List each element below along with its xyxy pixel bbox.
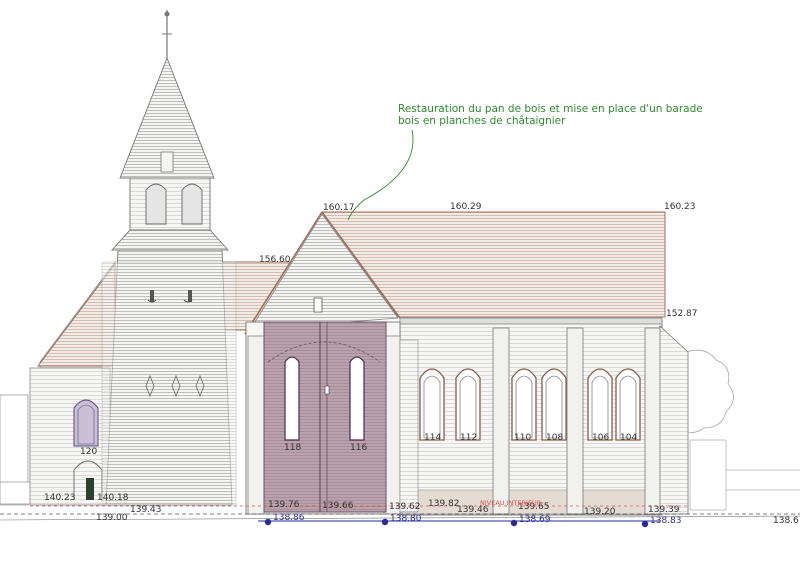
level-grade-4: 138.83	[650, 516, 682, 526]
window-number-116: 116	[350, 443, 367, 453]
window-number-104: 104	[620, 433, 637, 443]
level-gable-top: 160.17	[323, 203, 355, 213]
level-nave-floor-7: 139.20	[584, 507, 616, 517]
window-number-114: 114	[424, 433, 441, 443]
level-nave-floor-3: 139.62	[389, 502, 421, 512]
floor-level-label: NIVEAU INTERIEUR	[480, 499, 542, 507]
annotation-line-1: Restauration du pan de bois et mise en p…	[398, 103, 703, 115]
level-ridge-mid: 160.29	[450, 202, 482, 212]
level-tower-base-right: 140.18	[97, 493, 129, 503]
level-tower-base-left: 140.23	[44, 493, 76, 503]
grade-markers	[264, 518, 649, 528]
level-eave-left: 156.60	[259, 255, 291, 265]
level-ground-left: 139.00	[96, 513, 128, 523]
window-number-118: 118	[284, 443, 301, 453]
level-eave-right: 152.87	[666, 309, 698, 319]
level-grade-1: 138.86	[273, 513, 305, 523]
level-grade-3: 138.69	[519, 515, 551, 525]
annotation-leader	[347, 129, 414, 221]
window-number-112: 112	[460, 433, 477, 443]
level-tower-ground: 139.43	[130, 505, 162, 515]
annotation-line-2: bois en planches de châtaignier	[398, 115, 566, 127]
church-elevation-drawing: Restauration du pan de bois et mise en p…	[0, 10, 800, 528]
level-grade-2: 138.80	[390, 514, 422, 524]
level-ground-right: 138.6	[773, 516, 799, 526]
level-nave-floor-8: 139.39	[648, 505, 680, 515]
window-number-110: 110	[514, 433, 531, 443]
bell-tower	[101, 10, 237, 506]
window-number-120: 120	[80, 447, 97, 457]
window-number-106: 106	[592, 433, 609, 443]
window-number-108: 108	[546, 433, 563, 443]
level-nave-floor-2: 139.66	[322, 501, 354, 511]
level-ridge-right: 160.23	[664, 202, 696, 212]
level-nave-floor-1: 139.76	[268, 500, 300, 510]
level-nave-floor-4: 139.82	[428, 499, 460, 509]
